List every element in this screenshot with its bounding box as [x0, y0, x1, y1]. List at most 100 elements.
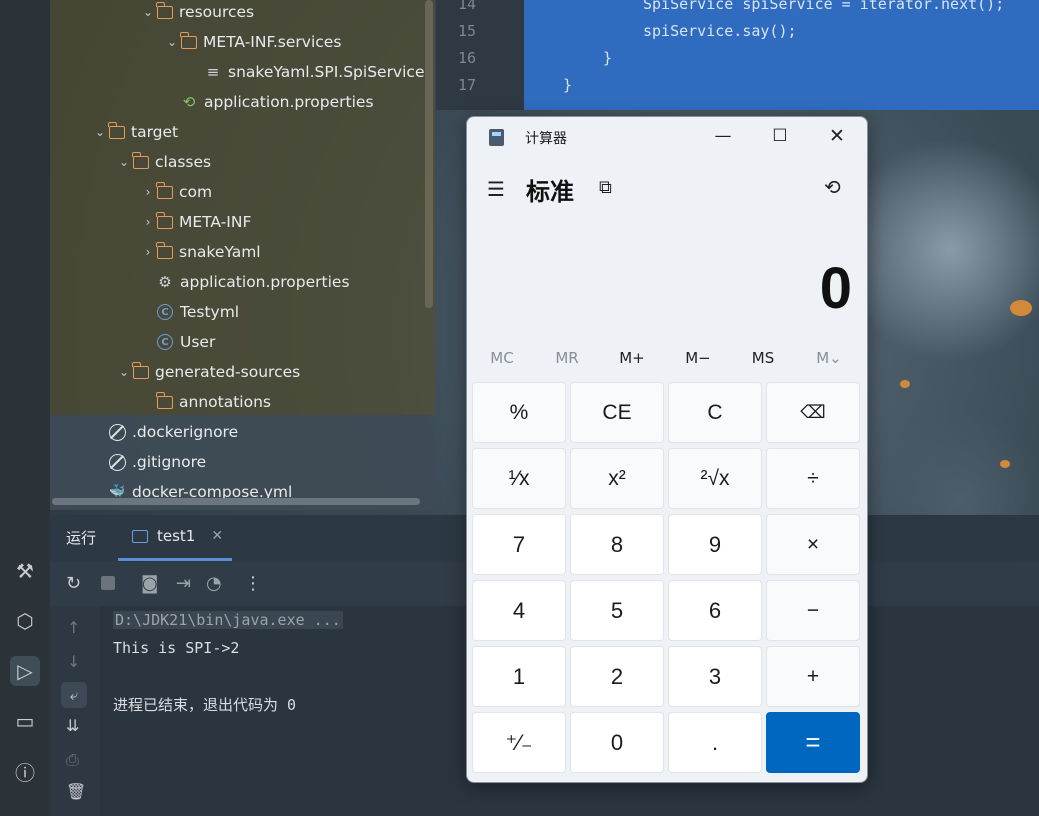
tree-item[interactable]: ⌄ target: [91, 117, 178, 147]
tree-vertical-scrollbar[interactable]: [425, 0, 433, 308]
tab-test1[interactable]: test1 ✕: [132, 527, 223, 545]
digit-7-button[interactable]: 7: [472, 514, 566, 575]
history-icon[interactable]: ⟲: [824, 175, 841, 199]
stop-icon[interactable]: [101, 576, 115, 590]
tree-item[interactable]: annotations: [139, 387, 271, 417]
negate-button[interactable]: ⁺⁄₋: [472, 712, 566, 773]
tree-item[interactable]: ⌄ resources: [139, 0, 254, 27]
percent-button[interactable]: %: [472, 382, 566, 443]
folder-icon: [156, 391, 173, 409]
subtract-button[interactable]: −: [766, 580, 860, 641]
spring-leaf-icon: ⟲: [182, 93, 196, 111]
backspace-button[interactable]: ⌫: [766, 382, 860, 443]
clear-entry-button[interactable]: CE: [570, 382, 664, 443]
export-icon[interactable]: ⇥: [176, 573, 191, 594]
digit-9-button[interactable]: 9: [668, 514, 762, 575]
code-line[interactable]: spiService.say();: [643, 22, 797, 40]
screenshot-icon[interactable]: ◙: [141, 573, 158, 594]
equals-button[interactable]: =: [766, 712, 860, 773]
print-icon[interactable]: ⎙: [66, 750, 79, 770]
tree-item[interactable]: C User: [139, 327, 215, 357]
tree-item[interactable]: .dockerignore: [91, 417, 238, 447]
keep-on-top-icon[interactable]: ⧉: [599, 177, 612, 198]
digit-1-button[interactable]: 1: [472, 646, 566, 707]
tree-item[interactable]: › com: [139, 177, 212, 207]
coverage-icon[interactable]: ◔: [206, 573, 222, 594]
memory-button: M⌄: [816, 349, 842, 367]
digit-6-button[interactable]: 6: [668, 580, 762, 641]
minimize-icon[interactable]: —: [703, 123, 743, 149]
code-line[interactable]: }: [603, 49, 612, 67]
terminal-icon[interactable]: ▭: [10, 706, 40, 736]
memory-button: MC: [490, 349, 514, 367]
digit-5-button[interactable]: 5: [570, 580, 664, 641]
rerun-icon[interactable]: ↻: [66, 573, 81, 594]
tree-item[interactable]: .gitignore: [91, 447, 206, 477]
memory-button[interactable]: M−: [666, 349, 730, 367]
expand-chevron-icon[interactable]: ›: [139, 245, 157, 259]
square-root-button[interactable]: ²√x: [668, 448, 762, 509]
folder-icon: [156, 211, 173, 229]
digit-2-button[interactable]: 2: [570, 646, 664, 707]
expand-chevron-icon[interactable]: ⌄: [115, 155, 133, 169]
wallpaper-detail: [1000, 460, 1010, 468]
digit-0-button[interactable]: 0: [570, 712, 664, 773]
console-line-output: This is SPI->2: [113, 639, 240, 657]
expand-chevron-icon[interactable]: ⌄: [139, 5, 157, 19]
tree-item[interactable]: › META-INF: [139, 207, 251, 237]
expand-chevron-icon[interactable]: ⌄: [115, 365, 133, 379]
tree-item[interactable]: › snakeYaml: [139, 237, 261, 267]
active-tab-indicator: [118, 558, 232, 561]
hamburger-menu-icon[interactable]: ☰: [487, 177, 505, 201]
close-icon[interactable]: ✕: [817, 123, 857, 149]
tree-item[interactable]: ⟲ application.properties: [163, 87, 374, 117]
tree-item[interactable]: ⌄ classes: [115, 147, 211, 177]
tree-item-label: META-INF: [179, 213, 252, 231]
more-options-icon[interactable]: ⋮: [244, 573, 262, 594]
divide-button[interactable]: ÷: [766, 448, 860, 509]
tree-horizontal-scrollbar[interactable]: [52, 498, 420, 505]
tree-item[interactable]: ⚙ application.properties: [139, 267, 349, 297]
run-panel-title: 运行: [66, 529, 97, 547]
scroll-down-icon[interactable]: ↓: [67, 652, 80, 671]
memory-button[interactable]: MS: [731, 349, 795, 367]
tree-item[interactable]: ⌄ META-INF.services: [163, 27, 341, 57]
tree-item-label: com: [179, 183, 213, 201]
folder-icon: [156, 241, 173, 259]
close-tab-icon[interactable]: ✕: [211, 528, 223, 544]
ignore-file-icon: [109, 453, 126, 471]
run-tool-icon[interactable]: ▷: [10, 656, 40, 686]
clear-button[interactable]: C: [668, 382, 762, 443]
decimal-button[interactable]: .: [668, 712, 762, 773]
tree-item[interactable]: ≡ snakeYaml.SPI.SpiService: [187, 57, 425, 87]
tree-item[interactable]: C Testyml: [139, 297, 239, 327]
build-hammer-icon[interactable]: ⚒: [10, 556, 40, 586]
soft-wrap-icon[interactable]: ⤶: [61, 682, 87, 708]
expand-chevron-icon[interactable]: ›: [139, 185, 157, 199]
console-line-command: D:\JDK21\bin\java.exe ...: [113, 611, 343, 629]
add-button[interactable]: +: [766, 646, 860, 707]
calculator-display: 0: [819, 256, 852, 321]
problems-icon[interactable]: ⓘ: [10, 756, 40, 786]
scroll-up-icon[interactable]: ↑: [67, 618, 80, 637]
tree-item-label: Testyml: [180, 303, 240, 321]
code-line[interactable]: }: [563, 76, 572, 94]
clear-trash-icon[interactable]: 🗑: [66, 782, 86, 801]
digit-3-button[interactable]: 3: [668, 646, 762, 707]
square-button[interactable]: x²: [570, 448, 664, 509]
expand-chevron-icon[interactable]: ⌄: [163, 35, 181, 49]
multiply-button[interactable]: ×: [766, 514, 860, 575]
digit-8-button[interactable]: 8: [570, 514, 664, 575]
digit-4-button[interactable]: 4: [472, 580, 566, 641]
memory-button[interactable]: M+: [600, 349, 664, 367]
expand-chevron-icon[interactable]: ›: [139, 215, 157, 229]
tree-item[interactable]: ⌄ generated-sources: [115, 357, 300, 387]
scroll-to-end-icon[interactable]: ⇊: [66, 716, 79, 735]
maximize-icon[interactable]: ☐: [760, 123, 800, 149]
services-icon[interactable]: ⬡: [10, 606, 40, 636]
folder-icon: [156, 181, 173, 199]
reciprocal-button[interactable]: ¹⁄x: [472, 448, 566, 509]
tree-item-label: annotations: [179, 393, 271, 411]
code-line[interactable]: SpiService spiService = iterator.next();: [643, 0, 1004, 13]
expand-chevron-icon[interactable]: ⌄: [91, 125, 109, 139]
